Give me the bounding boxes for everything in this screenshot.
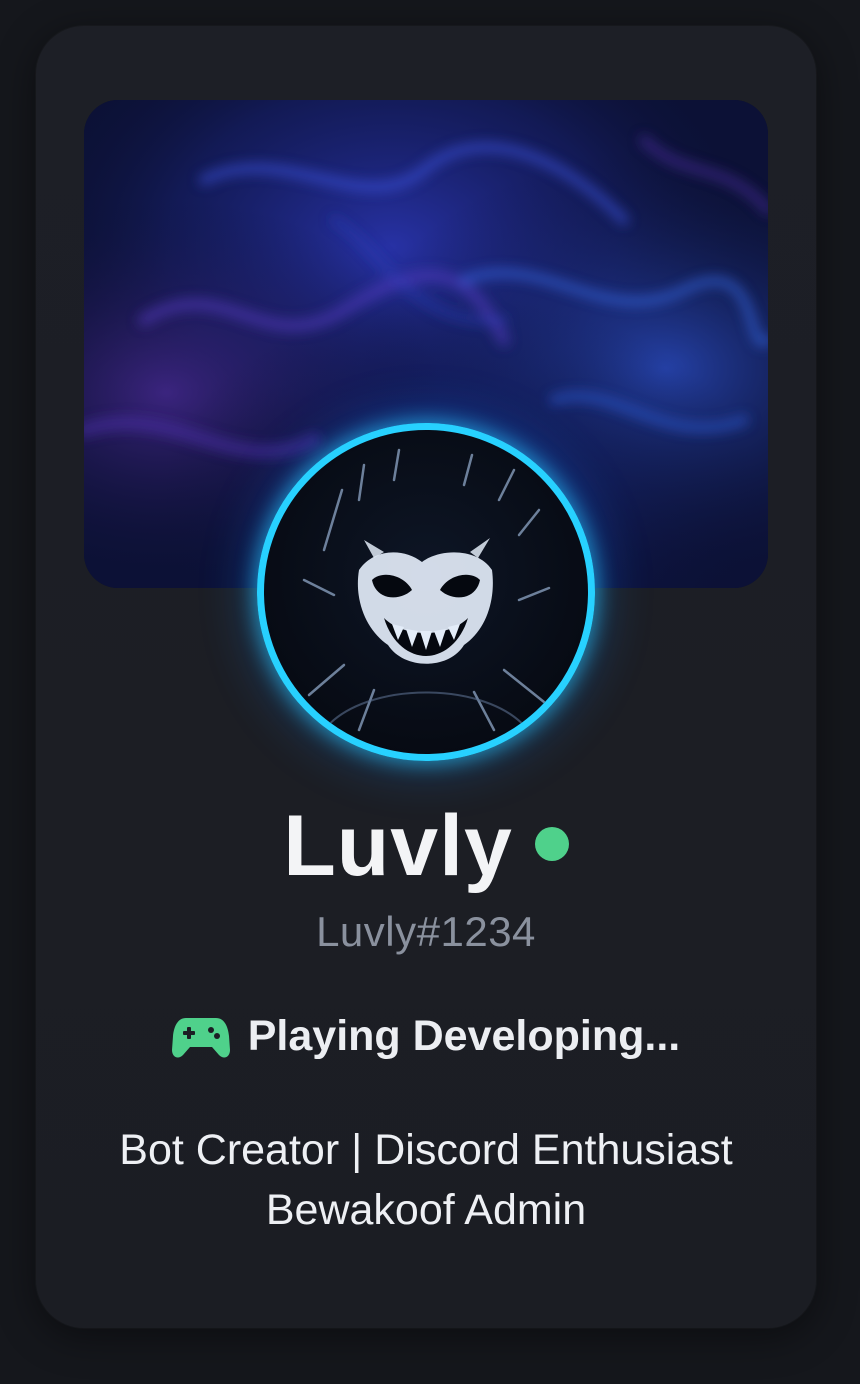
avatar[interactable] xyxy=(257,423,595,761)
bio: Bot Creator | Discord Enthusiast Bewakoo… xyxy=(36,1120,816,1240)
monster-avatar-icon xyxy=(302,448,551,732)
bio-line: Bot Creator | Discord Enthusiast xyxy=(119,1126,733,1174)
display-name: Luvly xyxy=(283,798,513,894)
gamepad-icon xyxy=(171,1017,230,1057)
user-tag: Luvly#1234 xyxy=(316,908,536,955)
activity-text: Playing Developing... xyxy=(247,1012,681,1060)
profile-card: Luvly Luvly#1234 Playing Developing... B… xyxy=(36,26,816,1328)
activity-status: Playing Developing... xyxy=(36,1012,816,1072)
online-status-icon xyxy=(534,827,569,861)
name-row: Luvly xyxy=(36,796,816,896)
bio-line: Bewakoof Admin xyxy=(265,1186,587,1234)
